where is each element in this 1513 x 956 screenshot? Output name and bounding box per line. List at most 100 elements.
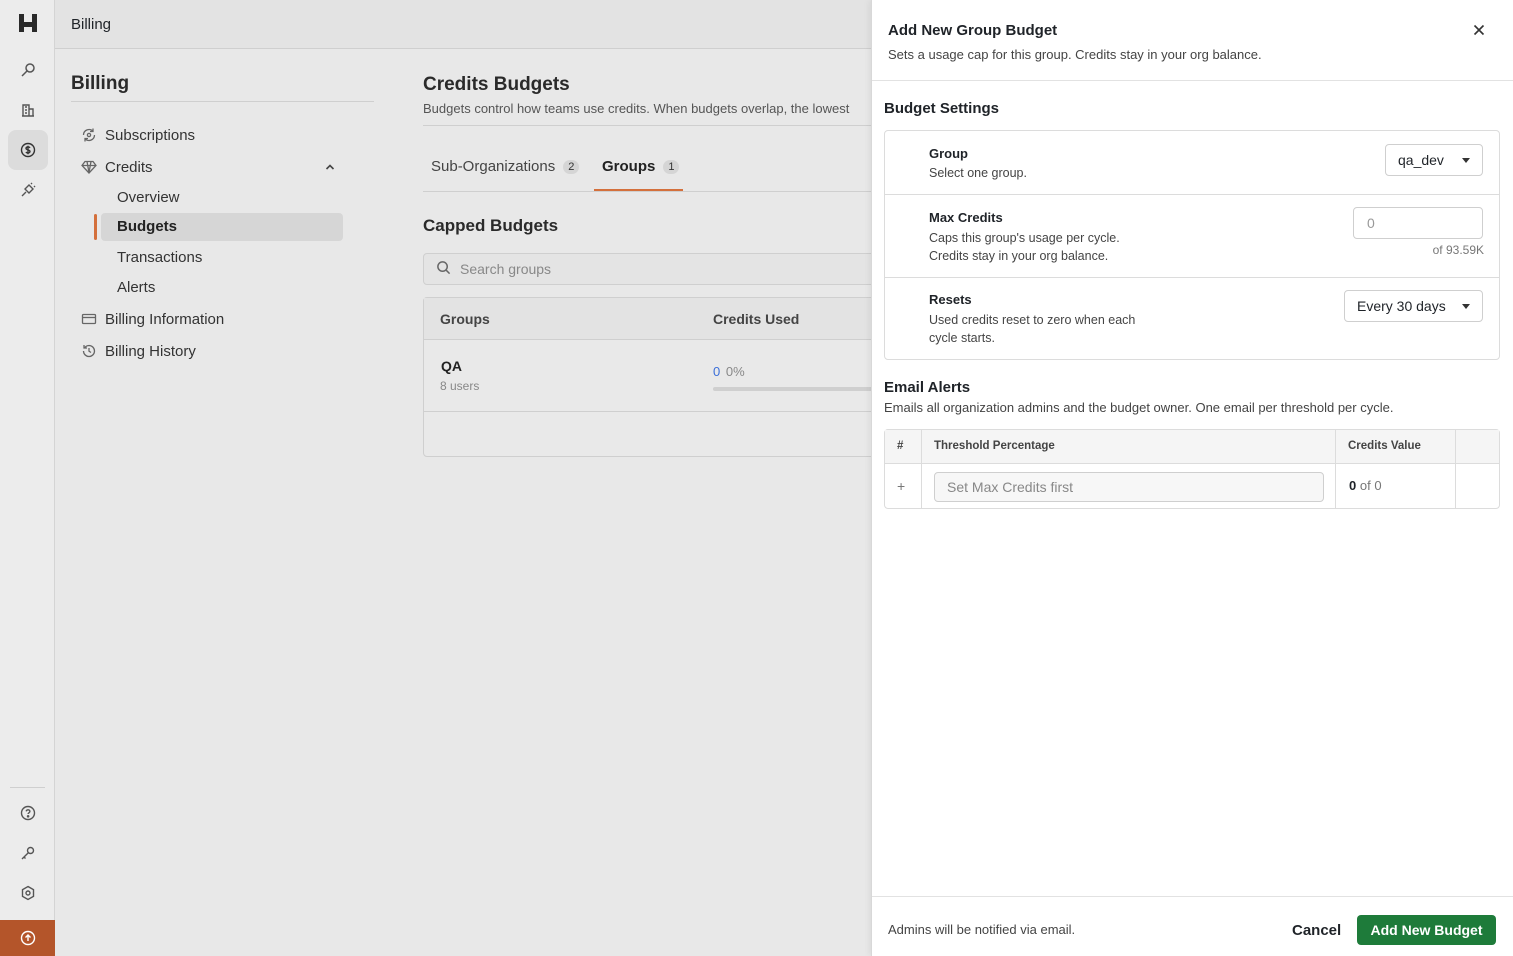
close-icon[interactable] [1470,21,1488,39]
panel-title: Add New Group Budget [888,22,1058,39]
resets-row: Resets Used credits reset to zero when e… [885,278,1499,359]
group-setting-row: Group Select one group. qa_dev [885,131,1499,195]
plug-icon[interactable] [16,178,40,202]
resets-hint-1: Used credits reset to zero when each [929,313,1136,327]
alerts-table: # Threshold Percentage Credits Value + 0… [884,429,1500,509]
resets-hint-2: cycle starts. [929,331,995,345]
key-icon[interactable] [16,841,40,865]
sidebar-subitem-transactions[interactable]: Transactions [117,249,202,266]
max-credits-label: Max Credits [929,210,1003,225]
credits-used-percent: 0% [725,364,745,379]
email-alerts-title: Email Alerts [884,379,971,396]
groups-table: Groups Credits Used QA 8 users 0 0% [423,297,871,457]
table-row[interactable]: QA 8 users 0 0% [424,340,871,412]
sidebar-subitem-budgets[interactable]: Budgets [94,213,343,241]
sidebar-item-billing-history[interactable]: Billing History [81,340,196,362]
tab-label: Groups [602,158,656,175]
tab-sub-organizations[interactable]: Sub-Organizations 2 [431,158,580,175]
caret-down-icon [1462,158,1470,163]
topbar-title: Billing [71,16,112,33]
budget-settings-card: Group Select one group. qa_dev Max Credi… [884,130,1500,360]
column-divider [921,430,922,508]
group-select[interactable]: qa_dev [1385,144,1483,176]
table-header: Groups Credits Used [424,298,871,340]
column-header-number: # [897,440,904,452]
group-select-value: qa_dev [1398,152,1444,168]
budget-settings-title: Budget Settings [884,100,999,117]
section-title: Capped Budgets [423,216,559,235]
page-description: Budgets control how teams use credits. W… [423,101,850,116]
add-group-budget-panel: Add New Group Budget Sets a usage cap fo… [871,0,1513,956]
top-bar: Billing [55,0,871,49]
max-credits-row: Max Credits Caps this group's usage per … [885,195,1499,278]
sidebar-item-label: Billing History [105,342,196,360]
search-groups-field[interactable]: Search groups [423,253,871,285]
caret-down-icon [1462,304,1470,309]
building-icon[interactable] [16,98,40,122]
max-credits-hint-1: Caps this group's usage per cycle. [929,231,1120,245]
group-hint: Select one group. [929,166,1027,180]
tabs-divider [423,191,871,192]
max-credits-of-total: of 93.59K [1432,243,1484,257]
gem-icon [81,159,97,175]
icon-rail [0,0,55,956]
credits-progress-bar [713,387,871,391]
tab-label: Sub-Organizations [431,158,556,175]
column-divider [1335,430,1336,508]
resets-label: Resets [929,292,972,307]
credits-value: 0 [1349,478,1357,493]
max-credits-hint-2: Credits stay in your org balance. [929,249,1109,263]
add-threshold-button[interactable]: + [897,478,905,494]
max-credits-input[interactable] [1353,207,1483,239]
tab-count-badge: 2 [563,159,580,174]
billing-dollar-icon[interactable] [8,130,48,170]
credits-value-of: of 0 [1359,478,1382,493]
tab-count-badge: 1 [663,159,680,174]
sidebar-subitem-overview[interactable]: Overview [117,189,180,206]
sidebar-item-billing-information[interactable]: Billing Information [81,308,224,330]
credits-used: 0 0% [713,364,745,379]
column-header-threshold: Threshold Percentage [934,440,1055,452]
sidebar-subitem-alerts[interactable]: Alerts [117,279,155,296]
chevron-up-icon[interactable] [324,160,336,176]
sidebar-item-label: Credits [105,158,153,176]
column-divider [1455,430,1456,508]
settings-icon[interactable] [16,881,40,905]
threshold-percentage-input[interactable] [934,472,1324,502]
sidebar-item-label: Subscriptions [105,126,196,144]
panel-footer: Admins will be notified via email. Cance… [872,896,1513,956]
sidebar-item-subscriptions[interactable]: Subscriptions [81,124,195,146]
column-header-groups: Groups [440,311,490,327]
panel-divider [872,80,1513,81]
add-new-budget-button[interactable]: Add New Budget [1357,915,1496,945]
resets-select[interactable]: Every 30 days [1344,290,1483,322]
column-header-credits-used: Credits Used [713,311,800,327]
credit-card-icon [81,311,97,327]
app-logo-icon[interactable] [17,12,39,34]
page-title: Credits Budgets [423,74,570,95]
rail-divider [10,787,45,788]
sidebar-divider [71,101,374,102]
search-icon[interactable] [16,58,40,82]
credits-used-value: 0 [713,364,721,379]
help-icon[interactable] [16,801,40,825]
email-alerts-subtitle: Emails all organization admins and the b… [884,400,1394,415]
sidebar-title: Billing [71,73,130,94]
subscriptions-icon [81,127,97,143]
group-users: 8 users [440,379,480,393]
search-icon [436,260,451,278]
footer-note: Admins will be notified via email. [888,922,1076,937]
sidebar-item-label: Billing Information [105,310,225,328]
main-content: Billing Subscriptions Credits Overview B… [55,49,871,956]
cancel-button[interactable]: Cancel [1284,915,1349,945]
column-header-credits-value: Credits Value [1348,440,1421,452]
sidebar-item-credits[interactable]: Credits [81,156,153,178]
resets-select-value: Every 30 days [1357,298,1446,314]
panel-subtitle: Sets a usage cap for this group. Credits… [888,47,1262,62]
upgrade-button[interactable] [0,920,55,956]
search-placeholder: Search groups [460,261,552,277]
group-name: QA [441,358,462,374]
title-divider [423,125,871,126]
history-icon [81,343,97,359]
tab-groups[interactable]: Groups 1 [602,158,680,175]
